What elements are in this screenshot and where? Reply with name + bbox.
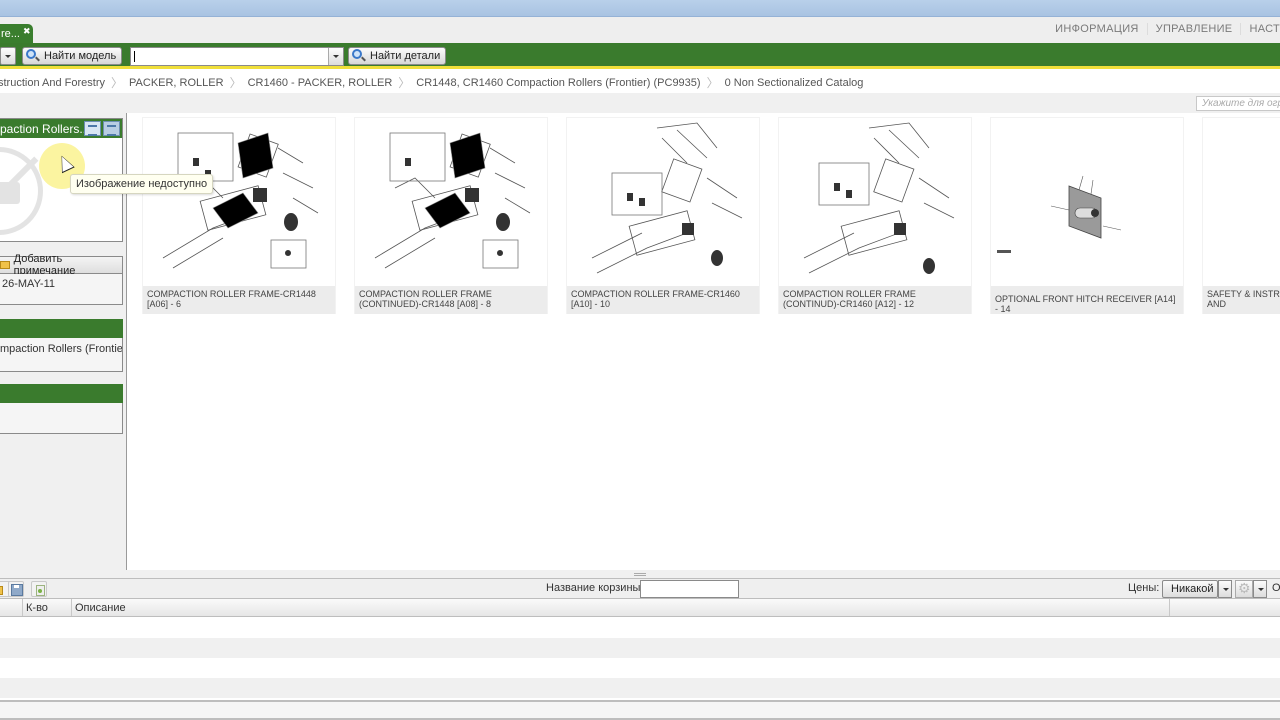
model-dropdown-arrow[interactable]	[0, 47, 16, 65]
chevron-right-icon: 〉	[706, 76, 719, 90]
column-header[interactable]	[0, 599, 22, 616]
find-model-label: Найти модель	[44, 50, 117, 62]
chevron-down-icon[interactable]	[328, 48, 343, 65]
chevron-right-icon: 〉	[398, 76, 411, 90]
card-caption: SAFETY & INSTRUCTION REFLECTORS AND	[1203, 286, 1280, 314]
gear-icon[interactable]	[1235, 580, 1253, 598]
chevron-right-icon: 〉	[111, 76, 124, 90]
basket-toolbar: Название корзины: Цены: Никакой О	[0, 578, 1280, 599]
search-icon	[352, 49, 366, 63]
list-view-icon[interactable]	[84, 121, 101, 136]
catalog-card[interactable]: COMPACTION ROLLER FRAME (CONTINUED)-CR14…	[354, 117, 548, 314]
notes-row	[0, 403, 123, 434]
card-caption: COMPACTION ROLLER FRAME (CONTINUD)-CR146…	[779, 286, 971, 314]
date-value: 26-MAY-11	[2, 278, 55, 290]
exploded-diagram-image	[591, 122, 743, 274]
table-row	[0, 678, 1280, 698]
basket-name-input[interactable]	[640, 580, 739, 598]
breadcrumb-item[interactable]: CR1448, CR1460 Compaction Rollers (Front…	[416, 77, 700, 89]
find-parts-button[interactable]: Найти детали	[348, 47, 447, 65]
breadcrumb-item-current: 0 Non Sectionalized Catalog	[724, 76, 864, 89]
status-bar	[0, 700, 1280, 720]
parts-search-input[interactable]	[130, 47, 344, 66]
export-icon[interactable]	[31, 581, 47, 597]
save-icon[interactable]	[8, 581, 24, 597]
parts-table-header: К-во Описание	[0, 599, 1280, 617]
filter-input[interactable]: Укажите для огр	[1196, 96, 1280, 111]
description-header	[0, 319, 123, 338]
card-caption: COMPACTION ROLLER FRAME-CR1460 [A10] - 1…	[567, 286, 759, 314]
panel-splitter[interactable]	[0, 570, 1280, 578]
add-note-button[interactable]: Добавить примечание	[0, 253, 123, 277]
tab-label: re...	[1, 28, 20, 40]
nav-info[interactable]: ИНФОРМАЦИЯ	[1047, 23, 1148, 35]
catalog-card[interactable]: COMPACTION ROLLER FRAME (CONTINUD)-CR146…	[778, 117, 972, 314]
column-header[interactable]	[1169, 599, 1280, 616]
column-header-qty[interactable]: К-во	[22, 599, 71, 616]
window-title-bar	[0, 0, 1280, 17]
nav-settings[interactable]: НАСТ	[1241, 23, 1280, 35]
exploded-diagram-image	[803, 122, 955, 274]
basket-name-label: Название корзины:	[546, 582, 644, 594]
table-row	[0, 618, 1280, 638]
exploded-diagram-image	[162, 132, 319, 269]
folder-icon	[0, 261, 10, 269]
filter-row: Укажите для огр	[0, 93, 1280, 113]
breadcrumb: struction And Forestry 〉 PACKER, ROLLER …	[0, 72, 1280, 93]
card-image-placeholder	[1203, 118, 1280, 286]
card-caption: COMPACTION ROLLER FRAME (CONTINUED)-CR14…	[355, 286, 547, 314]
chevron-down-icon[interactable]	[1218, 580, 1232, 598]
description-row: mpaction Rollers (Frontier):	[0, 338, 123, 372]
description-text: mpaction Rollers (Frontier):	[0, 343, 123, 355]
exploded-diagram-image	[374, 132, 531, 269]
tab-catalog[interactable]: re... ✖	[0, 24, 33, 44]
truncated-label: О	[1272, 582, 1280, 594]
close-icon[interactable]: ✖	[23, 26, 31, 37]
chevron-right-icon: 〉	[229, 76, 242, 90]
catalog-card[interactable]: SAFETY & INSTRUCTION REFLECTORS AND	[1202, 117, 1280, 314]
table-row	[0, 658, 1280, 678]
image-unavailable-icon	[0, 147, 43, 235]
nav-management[interactable]: УПРАВЛЕНИЕ	[1148, 23, 1242, 35]
table-row	[0, 638, 1280, 658]
search-toolbar: Найти модель Найти детали	[0, 43, 1280, 69]
notes-header	[0, 384, 123, 403]
splitter-grip-icon[interactable]	[634, 573, 646, 576]
card-caption: OPTIONAL FRONT HITCH RECEIVER [A14] - 14	[991, 286, 1183, 314]
find-parts-label: Найти детали	[370, 50, 441, 62]
catalog-grid: COMPACTION ROLLER FRAME-CR1448 [A06] - 6	[127, 113, 1280, 570]
search-icon	[26, 49, 40, 63]
column-header-description[interactable]: Описание	[71, 599, 1169, 616]
model-panel-title: paction Rollers...	[0, 122, 90, 136]
text-caret	[134, 51, 135, 62]
detail-view-icon[interactable]	[103, 121, 120, 136]
breadcrumb-item[interactable]: CR1460 - PACKER, ROLLER	[248, 77, 393, 89]
chevron-down-icon[interactable]	[1253, 580, 1267, 598]
top-navigation: re... ✖ ИНФОРМАЦИЯ УПРАВЛЕНИЕ НАСТ	[0, 17, 1280, 44]
image-unavailable-tooltip: Изображение недоступно	[70, 174, 214, 194]
catalog-card[interactable]: OPTIONAL FRONT HITCH RECEIVER [A14] - 14	[990, 117, 1184, 314]
breadcrumb-item[interactable]: struction And Forestry	[0, 77, 105, 89]
catalog-card[interactable]: COMPACTION ROLLER FRAME-CR1448 [A06] - 6	[142, 117, 336, 314]
model-date: 26-MAY-11	[0, 274, 123, 305]
catalog-card[interactable]: COMPACTION ROLLER FRAME-CR1460 [A10] - 1…	[566, 117, 760, 314]
model-panel-header: paction Rollers...	[0, 119, 122, 138]
prices-select[interactable]: Никакой	[1162, 580, 1218, 598]
find-model-button[interactable]: Найти модель	[22, 47, 123, 65]
breadcrumb-item[interactable]: PACKER, ROLLER	[129, 77, 224, 89]
prices-label: Цены:	[1128, 582, 1160, 594]
card-caption: COMPACTION ROLLER FRAME-CR1448 [A06] - 6	[143, 286, 335, 314]
hitch-receiver-image	[997, 175, 1122, 253]
